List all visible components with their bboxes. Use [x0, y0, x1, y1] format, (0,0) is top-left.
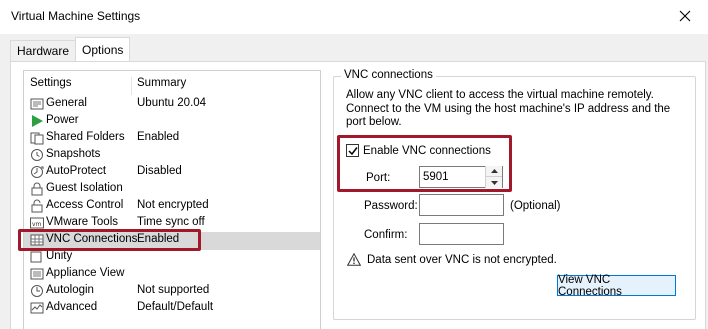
svg-text:vm: vm: [32, 221, 42, 228]
warning-text: Data sent over VNC is not encrypted.: [367, 253, 557, 266]
password-input[interactable]: [419, 194, 504, 216]
optional-label: (Optional): [510, 200, 561, 212]
settings-item-label: AutoProtect: [46, 165, 107, 177]
port-stepper[interactable]: [485, 166, 502, 188]
tab-strip: Hardware Options: [10, 37, 131, 61]
settings-item-general[interactable]: General Ubuntu 20.04: [24, 96, 320, 113]
settings-column-header[interactable]: Settings: [30, 77, 72, 89]
tab-options[interactable]: Options: [75, 37, 131, 61]
enable-vnc-row[interactable]: Enable VNC connections: [346, 144, 491, 157]
shared-folders-icon: [30, 131, 44, 145]
arrow-up-icon: [490, 169, 498, 173]
appliance-view-icon: [30, 267, 44, 281]
confirm-label: Confirm:: [364, 229, 408, 241]
settings-item-label: VNC Connections: [46, 233, 138, 245]
general-icon: [30, 97, 44, 111]
settings-item-label: Appliance View: [46, 267, 125, 279]
close-button[interactable]: [662, 0, 708, 32]
settings-item-vmware-tools[interactable]: vm VMware Tools Time sync off: [24, 215, 320, 232]
settings-item-summary: Enabled: [137, 233, 180, 245]
settings-item-shared-folders[interactable]: Shared Folders Enabled: [24, 130, 320, 147]
summary-column-header[interactable]: Summary: [137, 77, 186, 89]
settings-item-summary: Default/Default: [137, 301, 214, 313]
settings-item-label: Guest Isolation: [46, 182, 123, 194]
enable-vnc-checkbox[interactable]: [346, 144, 359, 157]
column-divider[interactable]: [131, 77, 132, 95]
vmware-tools-icon: vm: [30, 216, 44, 230]
tab-hardware[interactable]: Hardware: [10, 40, 77, 61]
settings-item-label: VMware Tools: [46, 216, 119, 228]
settings-item-summary: Not encrypted: [137, 199, 209, 211]
checkmark-icon: [347, 146, 358, 155]
advanced-icon: [30, 301, 44, 315]
close-icon: [679, 10, 691, 22]
settings-item-access-control[interactable]: Access Control Not encrypted: [24, 198, 320, 215]
warning-row: Data sent over VNC is not encrypted.: [347, 253, 557, 266]
settings-item-summary: Ubuntu 20.04: [137, 97, 207, 109]
enable-vnc-label[interactable]: Enable VNC connections: [363, 145, 491, 157]
list-header: Settings Summary: [24, 77, 320, 95]
unity-icon: [30, 250, 44, 264]
password-label: Password:: [364, 200, 418, 212]
port-label: Port:: [366, 172, 391, 184]
settings-item-label: General: [46, 97, 87, 109]
settings-item-summary: Not supported: [137, 284, 210, 296]
window-title: Virtual Machine Settings: [11, 9, 141, 23]
autoprotect-icon: [30, 165, 44, 179]
settings-item-unity[interactable]: Unity: [24, 249, 320, 266]
confirm-input[interactable]: [419, 223, 504, 245]
port-decrement-button[interactable]: [486, 177, 502, 188]
autologin-icon: [30, 284, 44, 298]
settings-item-appliance-view[interactable]: Appliance View: [24, 266, 320, 283]
port-increment-button[interactable]: [486, 166, 502, 177]
settings-item-label: Snapshots: [46, 148, 101, 160]
guest-isolation-icon: [30, 182, 44, 196]
settings-item-snapshots[interactable]: Snapshots: [24, 147, 320, 164]
settings-item-vnc-connections[interactable]: VNC Connections Enabled: [24, 232, 320, 250]
settings-item-guest-isolation[interactable]: Guest Isolation: [24, 181, 320, 198]
access-control-icon: [30, 199, 44, 213]
settings-item-summary: Time sync off: [137, 216, 205, 228]
vnc-group-title: VNC connections: [341, 69, 436, 81]
snapshots-icon: [30, 148, 44, 162]
settings-item-label: Access Control: [46, 199, 124, 211]
settings-item-label: Power: [46, 114, 79, 126]
vnc-connections-icon: [30, 233, 44, 247]
settings-item-power[interactable]: Power: [24, 113, 320, 130]
settings-item-autoprotect[interactable]: AutoProtect Disabled: [24, 164, 320, 181]
window-title-bar: Virtual Machine Settings: [0, 0, 708, 34]
power-icon: [30, 114, 44, 128]
vnc-description: Allow any VNC client to access the virtu…: [346, 89, 671, 128]
settings-item-label: Advanced: [46, 301, 98, 313]
arrow-down-icon: [490, 180, 498, 185]
settings-item-summary: Disabled: [137, 165, 182, 177]
settings-item-label: Unity: [46, 250, 73, 262]
settings-item-label: Autologin: [46, 284, 94, 296]
settings-item-autologin[interactable]: Autologin Not supported: [24, 283, 320, 300]
settings-item-advanced[interactable]: Advanced Default/Default: [24, 300, 320, 317]
settings-item-label: Shared Folders: [46, 131, 125, 143]
settings-item-summary: Enabled: [137, 131, 180, 143]
view-vnc-connections-button[interactable]: View VNC Connections: [557, 274, 676, 298]
warning-icon: [347, 253, 361, 266]
